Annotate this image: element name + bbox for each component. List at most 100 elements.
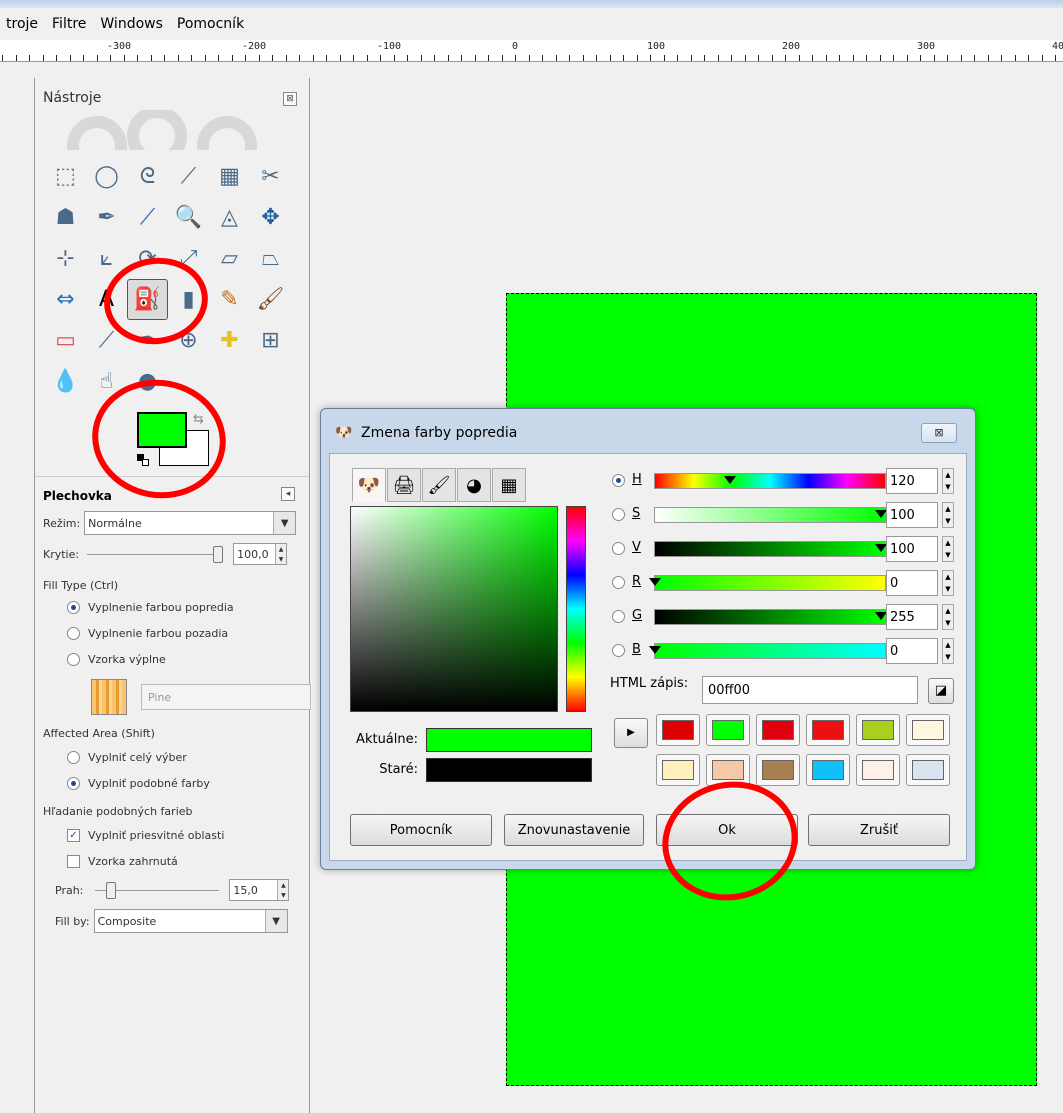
spin-arrows-icon[interactable]: ▲ ▼: [277, 880, 289, 900]
cancel-button[interactable]: Zrušiť: [808, 814, 950, 846]
airbrush-icon[interactable]: ⟋: [86, 320, 127, 361]
align-icon[interactable]: ⊹: [45, 238, 86, 279]
crop-icon[interactable]: ⟀: [86, 238, 127, 279]
text-icon[interactable]: A: [86, 279, 127, 320]
fill-by-select[interactable]: Composite ▼: [93, 909, 288, 933]
history-swatch[interactable]: [756, 714, 800, 746]
history-swatch[interactable]: [906, 714, 950, 746]
channel-slider-marker[interactable]: [649, 578, 661, 586]
reset-button[interactable]: Znovunastavenie: [504, 814, 644, 846]
history-swatch[interactable]: [706, 754, 750, 786]
menu-help[interactable]: Pomocník: [177, 16, 244, 32]
menu-tools[interactable]: troje: [6, 16, 38, 32]
fill-pattern-radio[interactable]: [67, 653, 80, 666]
dodge-icon[interactable]: ●: [127, 361, 168, 402]
opacity-spin[interactable]: 100,0 ▲ ▼: [233, 543, 288, 565]
channel-radio[interactable]: [612, 542, 625, 555]
color-select-icon[interactable]: ▦: [209, 156, 250, 197]
history-swatch[interactable]: [856, 754, 900, 786]
channel-spin[interactable]: 0: [886, 638, 938, 664]
spin-arrows-icon[interactable]: ▲ ▼: [942, 570, 954, 596]
channel-slider[interactable]: [654, 473, 886, 489]
channel-radio[interactable]: [612, 508, 625, 521]
measure-icon[interactable]: ◬: [209, 197, 250, 238]
fill-selection-radio[interactable]: [67, 751, 80, 764]
ink-icon[interactable]: ✒: [127, 320, 168, 361]
rotate-icon[interactable]: ⟳: [127, 238, 168, 279]
history-swatch[interactable]: [656, 754, 700, 786]
fuzzy-select-icon[interactable]: ⟋: [168, 156, 209, 197]
fill-transparent-checkbox[interactable]: ✓: [67, 829, 80, 842]
channel-radio[interactable]: [612, 644, 625, 657]
dialog-close-icon[interactable]: ⊠: [921, 423, 957, 443]
pencil-icon[interactable]: ✎: [209, 279, 250, 320]
cmyk-selector-tab-icon[interactable]: 🖨: [387, 468, 421, 502]
paths-icon[interactable]: ✒: [86, 197, 127, 238]
channel-slider[interactable]: [654, 609, 887, 625]
move-icon[interactable]: ✥: [250, 197, 291, 238]
rect-select-icon[interactable]: ⬚: [45, 156, 86, 197]
zoom-icon[interactable]: 🔍: [168, 197, 209, 238]
channel-radio[interactable]: [612, 576, 625, 589]
channel-spin[interactable]: 0: [886, 570, 938, 596]
fill-similar-radio[interactable]: [67, 777, 80, 790]
help-button[interactable]: Pomocník: [350, 814, 492, 846]
scissors-icon[interactable]: ✂: [250, 156, 291, 197]
foreground-select-icon[interactable]: ☗: [45, 197, 86, 238]
spin-arrows-icon[interactable]: ▲ ▼: [942, 502, 954, 528]
history-swatch[interactable]: [806, 754, 850, 786]
history-swatch[interactable]: [656, 714, 700, 746]
perspective-icon[interactable]: ⏢: [250, 238, 291, 279]
history-swatch[interactable]: [906, 754, 950, 786]
color-picker-button-icon[interactable]: ◪: [928, 678, 954, 704]
channel-spin[interactable]: 100: [886, 502, 938, 528]
pattern-thumbnail[interactable]: [91, 679, 127, 715]
channel-radio[interactable]: [612, 474, 625, 487]
scale-icon[interactable]: ⤢: [168, 238, 209, 279]
hue-strip[interactable]: [566, 506, 586, 712]
flip-icon[interactable]: ⇔: [45, 279, 86, 320]
opacity-slider[interactable]: [87, 545, 224, 563]
smudge-icon[interactable]: ☝: [86, 361, 127, 402]
perspective-clone-icon[interactable]: ⊞: [250, 320, 291, 361]
fill-bg-radio[interactable]: [67, 627, 80, 640]
history-swatch[interactable]: [806, 714, 850, 746]
spin-arrows-icon[interactable]: ▲ ▼: [942, 536, 954, 562]
mode-select[interactable]: Normálne ▼: [84, 511, 297, 535]
blur-icon[interactable]: 💧: [45, 361, 86, 402]
channel-slider[interactable]: [649, 643, 886, 659]
fill-fg-radio[interactable]: [67, 601, 80, 614]
paintbrush-icon[interactable]: 🖌: [250, 279, 291, 320]
blend-icon[interactable]: ▮: [168, 279, 209, 320]
foreground-color-swatch[interactable]: [137, 412, 187, 448]
gimp-selector-tab-icon[interactable]: 🐶: [352, 468, 386, 502]
channel-slider-marker[interactable]: [724, 476, 737, 484]
channel-slider[interactable]: [654, 541, 887, 557]
channel-slider[interactable]: [649, 575, 886, 591]
color-wheel-tab-icon[interactable]: ◕: [457, 468, 491, 502]
options-menu-icon[interactable]: ◂: [281, 487, 295, 501]
html-notation-input[interactable]: 00ff00: [702, 676, 918, 704]
threshold-slider-knob[interactable]: [106, 881, 117, 899]
shear-icon[interactable]: ▱: [209, 238, 250, 279]
history-swatch[interactable]: [756, 754, 800, 786]
ok-button[interactable]: Ok: [656, 814, 798, 846]
channel-radio[interactable]: [612, 610, 625, 623]
default-colors-icon[interactable]: [137, 454, 149, 466]
threshold-slider[interactable]: [95, 881, 220, 899]
saturation-value-area[interactable]: [350, 506, 558, 712]
sample-merged-checkbox[interactable]: [67, 855, 80, 868]
ellipse-select-icon[interactable]: ◯: [86, 156, 127, 197]
clone-icon[interactable]: ⊕: [168, 320, 209, 361]
heal-icon[interactable]: ✚: [209, 320, 250, 361]
swap-colors-icon[interactable]: ⇆: [193, 412, 204, 427]
channel-spin[interactable]: 255: [886, 604, 938, 630]
channel-slider[interactable]: [654, 507, 887, 523]
toolbox-close-icon[interactable]: ⊠: [283, 92, 297, 106]
palette-selector-tab-icon[interactable]: ▦: [492, 468, 526, 502]
watercolor-selector-tab-icon[interactable]: 🖌: [422, 468, 456, 502]
spin-arrows-icon[interactable]: ▲ ▼: [942, 604, 954, 630]
spin-arrows-icon[interactable]: ▲ ▼: [942, 638, 954, 664]
color-picker-icon[interactable]: ⟋: [127, 197, 168, 238]
lasso-icon[interactable]: ᘓ: [127, 156, 168, 197]
